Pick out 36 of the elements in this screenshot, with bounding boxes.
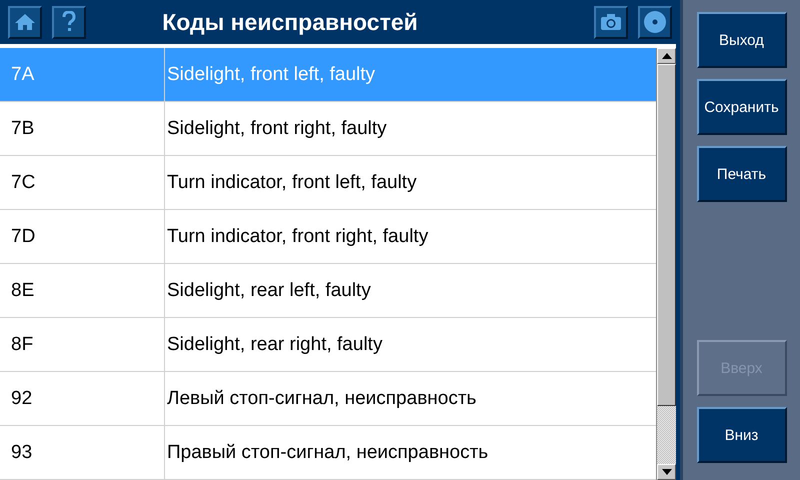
scroll-up-button[interactable] xyxy=(657,48,676,64)
side-button[interactable]: Выход xyxy=(696,12,786,68)
fault-description: Sidelight, front left, faulty xyxy=(166,64,376,86)
fault-code: 7B xyxy=(0,102,165,155)
fault-code: 7D xyxy=(0,210,165,263)
fault-code: 7A xyxy=(0,48,165,101)
side-button[interactable]: Вниз xyxy=(696,407,786,463)
fault-code: 93 xyxy=(0,426,165,479)
side-button[interactable]: Печать xyxy=(696,146,786,202)
home-icon[interactable] xyxy=(8,6,42,38)
fault-description: Turn indicator, front left, faulty xyxy=(166,172,417,194)
fault-description: Sidelight, rear left, faulty xyxy=(166,280,371,302)
down-arrow-icon xyxy=(662,469,672,475)
fault-description: Левый стоп-сигнал, неисправность xyxy=(166,388,476,410)
camera-icon[interactable] xyxy=(594,6,628,38)
fault-row[interactable]: 7B Sidelight, front right, faulty xyxy=(0,102,656,156)
fault-code: 8F xyxy=(0,318,165,371)
fault-row[interactable]: 7C Turn indicator, front left, faulty xyxy=(0,156,656,210)
fault-row[interactable]: 93 Правый стоп-сигнал, неисправность xyxy=(0,426,656,480)
side-button[interactable]: Сохранить xyxy=(696,79,786,135)
fault-row[interactable]: 8E Sidelight, rear left, faulty xyxy=(0,264,656,318)
fault-description: Sidelight, rear right, faulty xyxy=(166,334,382,356)
help-icon[interactable] xyxy=(52,6,86,38)
fault-description: Turn indicator, front right, faulty xyxy=(166,226,428,248)
fault-row[interactable]: 7D Turn indicator, front right, faulty xyxy=(0,210,656,264)
fault-row[interactable]: 8F Sidelight, rear right, faulty xyxy=(0,318,656,372)
fault-code: 7C xyxy=(0,156,165,209)
fault-code: 92 xyxy=(0,372,165,425)
fault-description: Sidelight, front right, faulty xyxy=(166,118,387,140)
scrollbar-thumb[interactable] xyxy=(657,64,676,406)
up-arrow-icon xyxy=(662,53,672,59)
screen-title: Коды неисправностей xyxy=(161,8,419,36)
fault-row[interactable]: 92 Левый стоп-сигнал, неисправность xyxy=(0,372,656,426)
fault-description: Правый стоп-сигнал, неисправность xyxy=(166,442,488,464)
fault-code: 8E xyxy=(0,264,165,317)
scroll-down-button[interactable] xyxy=(657,464,676,480)
